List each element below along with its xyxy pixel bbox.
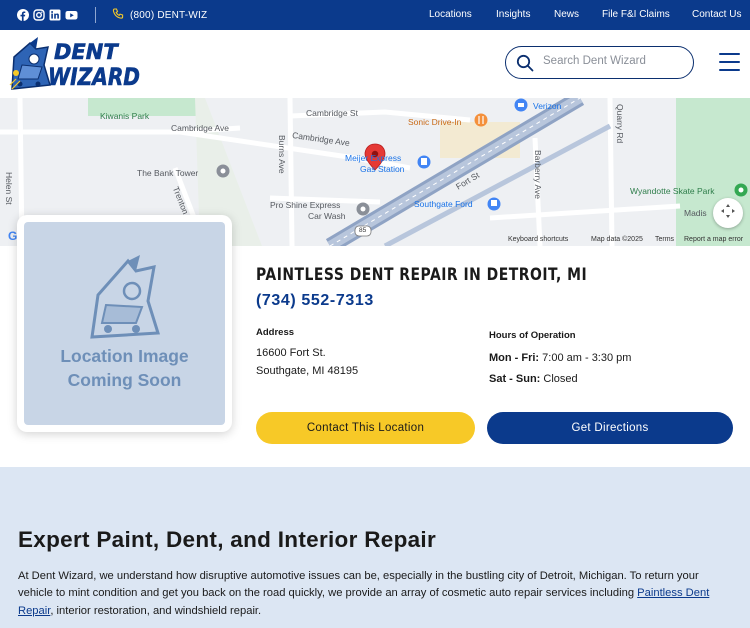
- dent-wizard-logo[interactable]: DENT WIZARD: [8, 35, 143, 96]
- paragraph-text-end: , interior restoration, and windshield r…: [50, 604, 262, 617]
- address-label: Address: [256, 327, 295, 338]
- hours-weekday-times: 7:00 am - 3:30 pm: [542, 352, 632, 364]
- paragraph-text-start: At Dent Wizard, we understand how disrup…: [18, 570, 699, 600]
- phone-link[interactable]: (800) DENT-WIZ: [112, 8, 207, 23]
- map-label: Verizon: [533, 101, 562, 111]
- top-bar: (800) DENT-WIZ Locations Insights News F…: [0, 0, 750, 30]
- map-label: Car Wash: [308, 211, 346, 221]
- nav-contact-us[interactable]: Contact Us: [692, 9, 741, 20]
- address-line-1: 16600 Fort St.: [256, 347, 326, 359]
- site-header: DENT WIZARD: [0, 30, 750, 98]
- youtube-icon[interactable]: [65, 9, 78, 21]
- map-label: Madis: [684, 208, 707, 218]
- phone-number: (800) DENT-WIZ: [130, 10, 208, 21]
- search-icon: [516, 54, 534, 77]
- nav-file-fi-claims[interactable]: File F&I Claims: [602, 9, 670, 20]
- logo-wizard-text: WIZARD: [48, 63, 140, 91]
- map-label: Sonic Drive-In: [408, 117, 462, 127]
- hours-weekday-days: Mon - Fri:: [489, 352, 540, 364]
- map-label: The Bank Tower: [137, 168, 199, 178]
- route-shield-label: 85: [359, 227, 367, 234]
- placeholder-line-2: Coming Soon: [67, 370, 182, 390]
- svg-text:G: G: [8, 229, 17, 243]
- nav-locations[interactable]: Locations: [429, 9, 472, 20]
- address-line-2: Southgate, MI 48195: [256, 365, 359, 377]
- section-heading: Expert Paint, Dent, and Interior Repair: [18, 527, 437, 552]
- placeholder-line-1: Location Image: [60, 346, 189, 366]
- get-directions-button[interactable]: Get Directions: [487, 412, 733, 444]
- map-keyboard-shortcuts[interactable]: Keyboard shortcuts: [508, 236, 568, 243]
- hours-label: Hours of Operation: [489, 330, 576, 341]
- linkedin-icon[interactable]: [49, 9, 61, 21]
- section-paragraph: At Dent Wizard, we understand how disrup…: [18, 568, 733, 620]
- map-label: Kiwanis Park: [100, 111, 150, 121]
- map-label: Cambridge St: [306, 108, 358, 118]
- contact-location-button[interactable]: Contact This Location: [256, 412, 475, 444]
- map-label: Cambridge Ave: [171, 123, 229, 133]
- services-intro-section: Expert Paint, Dent, and Interior Repair …: [0, 467, 750, 628]
- location-image-card: Location Image Coming Soon: [17, 215, 232, 432]
- menu-icon[interactable]: [719, 53, 740, 71]
- location-title: PAINTLESS DENT REPAIR IN DETROIT, MI: [256, 265, 588, 285]
- map-label: Southgate Ford: [414, 199, 473, 209]
- map-label: Burns Ave: [277, 135, 287, 174]
- map-label: Quarry Rd: [615, 104, 625, 144]
- hours-weekend-days: Sat - Sun:: [489, 373, 541, 385]
- map-label: Pro Shine Express: [270, 200, 341, 210]
- nav-news[interactable]: News: [554, 9, 579, 20]
- location-phone-link[interactable]: (734) 552-7313: [256, 292, 374, 310]
- hours-weekend: Sat - Sun: Closed: [489, 373, 578, 385]
- search-input[interactable]: [543, 55, 683, 67]
- hours-weekday: Mon - Fri: 7:00 am - 3:30 pm: [489, 352, 631, 364]
- placeholder-caption: Location Image Coming Soon: [24, 344, 225, 392]
- location-image-placeholder: Location Image Coming Soon: [24, 222, 225, 425]
- logo-dent-text: DENT: [54, 40, 119, 64]
- map-label: Wyandotte Skate Park: [630, 186, 715, 196]
- facebook-icon[interactable]: [17, 9, 29, 21]
- map-label: Gas Station: [360, 164, 405, 174]
- hours-weekend-times: Closed: [543, 373, 578, 385]
- map-data-credit: Map data ©2025: [591, 236, 643, 243]
- map-locate-button[interactable]: [713, 198, 743, 228]
- map-report-error-link[interactable]: Report a map error: [684, 236, 743, 243]
- search-box[interactable]: [505, 46, 694, 79]
- map-label: Barberry Ave: [533, 150, 543, 199]
- map-terms-link[interactable]: Terms: [655, 236, 674, 243]
- map-label: Meijer Express: [345, 153, 402, 163]
- wizard-placeholder-icon: [88, 255, 162, 344]
- instagram-icon[interactable]: [33, 9, 45, 21]
- crosshair-icon: [720, 203, 736, 224]
- phone-icon: [112, 8, 124, 23]
- map-label: Helen St: [4, 172, 14, 205]
- top-divider: [95, 7, 96, 23]
- nav-insights[interactable]: Insights: [496, 9, 530, 20]
